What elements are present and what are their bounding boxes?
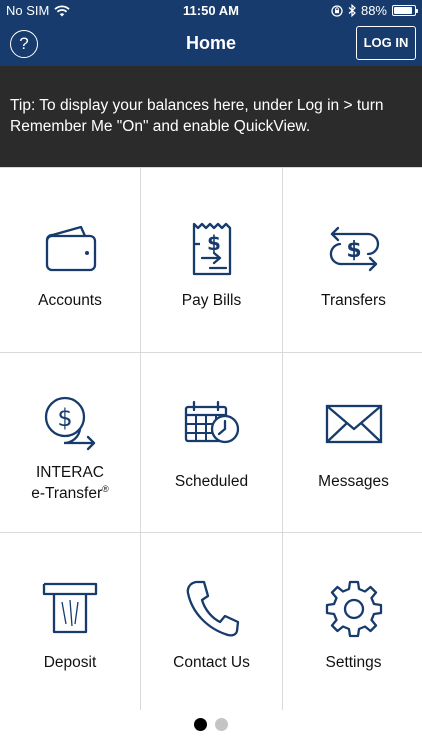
interac-etransfer-tile[interactable]: $ INTERAC e-Transfer® [0,353,140,532]
calendar-clock-icon [184,400,239,444]
etransfer-icon: $ [44,396,96,451]
scheduled-tile[interactable]: Scheduled [141,353,282,532]
atm-deposit-icon [42,582,98,634]
tile-label: INTERAC e-Transfer® [0,464,140,502]
svg-text:$: $ [57,404,72,432]
envelope-icon [325,404,382,444]
contact-us-tile[interactable]: Contact Us [141,533,282,713]
pay-bills-tile[interactable]: $ Pay Bills [141,168,282,352]
deposit-tile[interactable]: Deposit [0,533,140,713]
tile-label-line-2: e-Transfer® [0,481,140,502]
battery-fill [394,7,412,14]
phone-icon [186,580,239,637]
registered-mark: ® [102,484,109,494]
tile-label: Scheduled [174,473,249,490]
tile-label: Pay Bills [181,292,242,309]
transfer-icon: $ [329,226,379,272]
page-dot-1[interactable] [194,718,207,731]
bluetooth-icon [348,4,356,17]
menu-grid: Accounts $ Pay Bills $ Transfers $ INTER… [0,167,422,713]
bill-icon: $ [192,222,231,276]
wallet-icon [45,225,97,272]
rotation-lock-icon [331,4,343,17]
battery-percent: 88% [360,3,387,18]
tile-label: Deposit [43,654,97,671]
battery-icon [392,5,418,16]
svg-text:$: $ [346,238,361,263]
tile-label: Transfers [321,292,386,309]
status-right: 88% [331,3,418,18]
accounts-tile[interactable]: Accounts [0,168,140,352]
status-bar: No SIM 11:50 AM 88% [0,0,422,22]
tile-label: Messages [318,473,389,490]
settings-tile[interactable]: Settings [283,533,422,713]
tip-banner: Tip: To display your balances here, unde… [0,66,422,167]
page-dot-2[interactable] [215,718,228,731]
messages-tile[interactable]: Messages [283,353,422,532]
transfers-tile[interactable]: $ Transfers [283,168,422,352]
page-indicator [0,710,422,750]
tile-label: Settings [325,654,382,671]
tile-label: Accounts [38,292,102,309]
tile-label: Contact Us [173,654,250,671]
svg-text:$: $ [207,231,221,255]
gear-icon [325,580,382,638]
navigation-bar: ? Home LOG IN [0,22,422,66]
etransfer-text: e-Transfer [31,485,103,503]
login-button[interactable]: LOG IN [356,26,416,60]
tile-label-line-1: INTERAC [35,464,105,481]
